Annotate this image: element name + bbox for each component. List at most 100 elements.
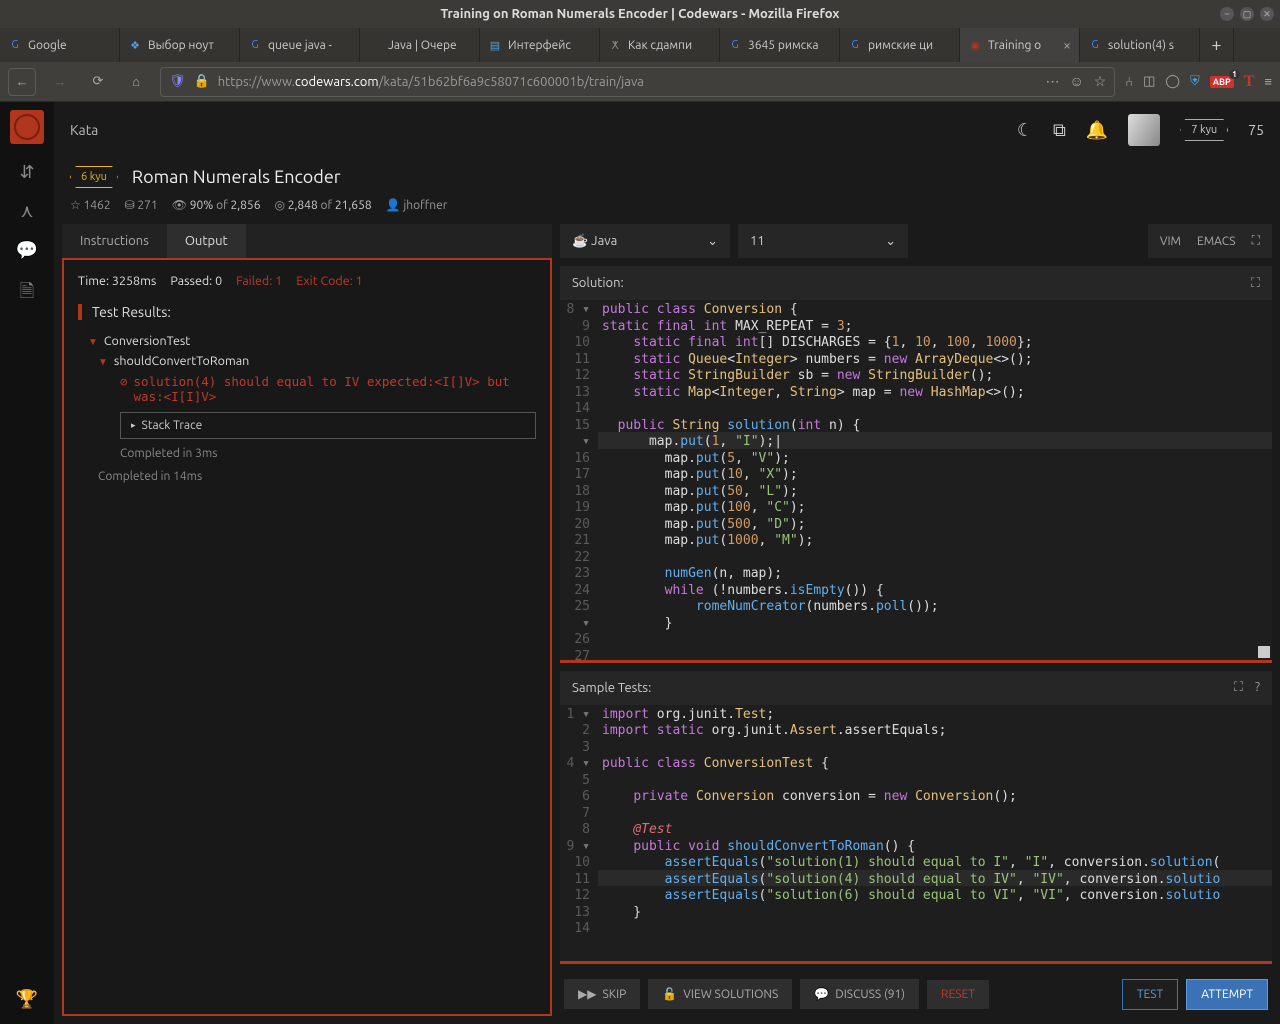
browser-tab[interactable]: Gримские ци (840, 28, 960, 62)
discuss-button[interactable]: 💬 DISCUSS (91) (800, 979, 919, 1009)
browser-tabstrip: GGoogle ❖ Выбор ноут Gqueue java - Java | О… (0, 28, 1280, 62)
error-icon: ⊘ (120, 374, 128, 404)
browser-tab[interactable]: ⵅКак сдампи (600, 28, 720, 62)
favicon-icon: G (248, 38, 262, 52)
practice-icon[interactable]: ⇵ (19, 162, 34, 183)
tab-label: Выбор ноут (148, 39, 214, 52)
stat-completion: 👁 90% of 2,856 (172, 198, 261, 212)
reader-icon[interactable]: ☺ (1069, 73, 1083, 90)
sidebar-toggle-icon[interactable]: ◫ (1143, 74, 1155, 89)
tab-label: solution(4) s (1108, 39, 1174, 52)
favicon-icon: ◉ (968, 38, 982, 52)
editor-mode-vim[interactable]: VIM (1160, 235, 1181, 248)
url-text: https://www.codewars.com/kata/51b62bf6a9… (218, 75, 644, 89)
action-bar: ▶▶ SKIP 🔓 VIEW SOLUTIONS 💬 DISCUSS (91) … (560, 972, 1272, 1016)
menu-icon[interactable]: ≡ (1264, 74, 1272, 89)
user-rank-badge: 7 kyu (1180, 119, 1228, 141)
view-solutions-button[interactable]: 🔓 VIEW SOLUTIONS (648, 979, 792, 1009)
language-select[interactable]: ☕ Java⌄ (560, 224, 730, 258)
bookmarks-icon[interactable]: ⧉ (1053, 120, 1066, 141)
expand-editor-icon[interactable]: ⛶ (1251, 276, 1260, 291)
bookmark-star-icon[interactable]: ☆ (1094, 73, 1107, 90)
browser-tab[interactable]: Java | Очере (360, 28, 480, 62)
nav-forward-icon: → (46, 68, 74, 96)
kata-author[interactable]: 👤 jhoffner (386, 198, 448, 212)
reset-button[interactable]: RESET (927, 980, 989, 1009)
browser-tab[interactable]: ❖ Выбор ноут (120, 28, 240, 62)
browser-tab[interactable]: Gqueue java - (240, 28, 360, 62)
solution-header: Solution: (572, 276, 624, 290)
os-titlebar: Training on Roman Numerals Encoder | Cod… (0, 0, 1280, 28)
app-sidebar: ⇵ ⋏ 💬 🗎 🏆 (0, 102, 54, 1024)
library-icon[interactable]: ⑃ (1125, 75, 1133, 89)
test-suite-node[interactable]: ▼ConversionTest (88, 334, 536, 348)
stat-stars: ☆ 1462 (70, 198, 111, 212)
honor-points: 75 (1248, 122, 1264, 138)
help-icon[interactable]: ? (1255, 680, 1260, 695)
tool-icon[interactable]: T (1244, 73, 1255, 91)
home-icon[interactable]: ⌂ (122, 68, 150, 96)
editor-mode-emacs[interactable]: EMACS (1197, 235, 1236, 248)
favicon-icon: G (1088, 38, 1102, 52)
output-tabs: Instructions Output (62, 224, 552, 258)
leaderboard-icon[interactable]: 🏆 (16, 989, 38, 1024)
output-exit-code: Exit Code: 1 (296, 274, 362, 288)
tab-label: римские ци (868, 39, 933, 52)
tab-instructions[interactable]: Instructions (62, 224, 167, 258)
tab-output[interactable]: Output (167, 224, 246, 258)
docs-icon[interactable]: 🗎 (20, 279, 34, 309)
kata-header: 6 kyu Roman Numerals Encoder ☆ 1462 ⛁ 27… (54, 158, 1280, 224)
reload-icon[interactable]: ⟳ (84, 68, 112, 96)
nav-back-icon[interactable]: ← (8, 68, 36, 96)
version-select[interactable]: 11⌄ (738, 224, 908, 258)
attempt-button[interactable]: ATTEMPT (1186, 979, 1268, 1010)
close-window-icon[interactable]: ✕ (1260, 7, 1274, 21)
favicon-icon: G (8, 38, 22, 52)
kata-rank-badge: 6 kyu (70, 166, 118, 188)
close-tab-icon[interactable]: × (1063, 37, 1071, 53)
notifications-icon[interactable]: 🔔 (1086, 120, 1108, 141)
maximize-icon[interactable]: ▢ (1240, 7, 1254, 21)
stack-trace-toggle[interactable]: ▸Stack Trace (120, 412, 536, 439)
browser-tab[interactable]: Gsolution(4) s (1080, 28, 1200, 62)
test-button[interactable]: TEST (1122, 979, 1178, 1010)
solution-editor[interactable]: 8 ▾9 10 11 12 13 14 15 ▾16 17 18 19 20 2… (560, 300, 1272, 660)
expand-tests-icon[interactable]: ⛶ (1234, 680, 1243, 695)
favicon-icon: ⵅ (608, 38, 622, 52)
tests-editor[interactable]: 1 ▾2 3 4 ▾5 6 7 8 9 ▾10 11 12 13 14 impo… (560, 705, 1272, 961)
lock-icon: 🔒 (194, 74, 210, 89)
output-panel: Time: 3258ms Passed: 0 Failed: 1 Exit Co… (62, 258, 552, 1016)
shield-icon[interactable]: 🛡 (169, 74, 186, 89)
minimize-icon[interactable]: – (1220, 7, 1234, 21)
chat-icon[interactable]: 💬 (16, 240, 38, 261)
theme-toggle-icon[interactable]: ☾ (1017, 120, 1033, 141)
fullscreen-icon[interactable]: ⛶ (1252, 234, 1260, 248)
freestyle-icon[interactable]: ⋏ (20, 201, 33, 222)
abp-icon[interactable]: ABP (1210, 76, 1234, 88)
output-passed: Passed: 0 (170, 274, 222, 288)
address-bar[interactable]: 🛡 🔒 https://www.codewars.com/kata/51b62b… (160, 67, 1115, 97)
tests-header: Sample Tests: (572, 681, 651, 695)
tab-label: Java | Очере (388, 39, 457, 52)
browser-tab[interactable]: GGoogle (0, 28, 120, 62)
top-nav: Kata ☾ ⧉ 🔔 7 kyu 75 (54, 102, 1280, 158)
browser-tab[interactable]: ▤Интерфейс (480, 28, 600, 62)
test-results-header: Test Results: (78, 304, 536, 320)
tab-label: Интерфейс (508, 39, 571, 52)
new-tab-button[interactable]: + (1200, 28, 1234, 62)
completed-outer: Completed in 14ms (88, 470, 536, 483)
favicon-icon: G (848, 38, 862, 52)
test-case-node[interactable]: ▼shouldConvertToRoman (98, 354, 536, 368)
account-icon[interactable]: ◯ (1165, 74, 1180, 89)
browser-tab[interactable]: G3645 римска (720, 28, 840, 62)
avatar[interactable] (1128, 114, 1160, 146)
codewars-logo-icon[interactable] (10, 110, 44, 144)
favicon-icon: G (728, 38, 742, 52)
tab-label: queue java - (268, 39, 332, 52)
page-action-icon[interactable]: ⋯ (1045, 73, 1059, 90)
browser-tab[interactable]: ◉Training o× (960, 28, 1080, 62)
protection-icon[interactable]: ⛨ (1190, 74, 1200, 89)
skip-button[interactable]: ▶▶ SKIP (564, 979, 640, 1009)
favicon-icon: ❖ (128, 38, 142, 52)
kata-nav-link[interactable]: Kata (70, 122, 98, 138)
